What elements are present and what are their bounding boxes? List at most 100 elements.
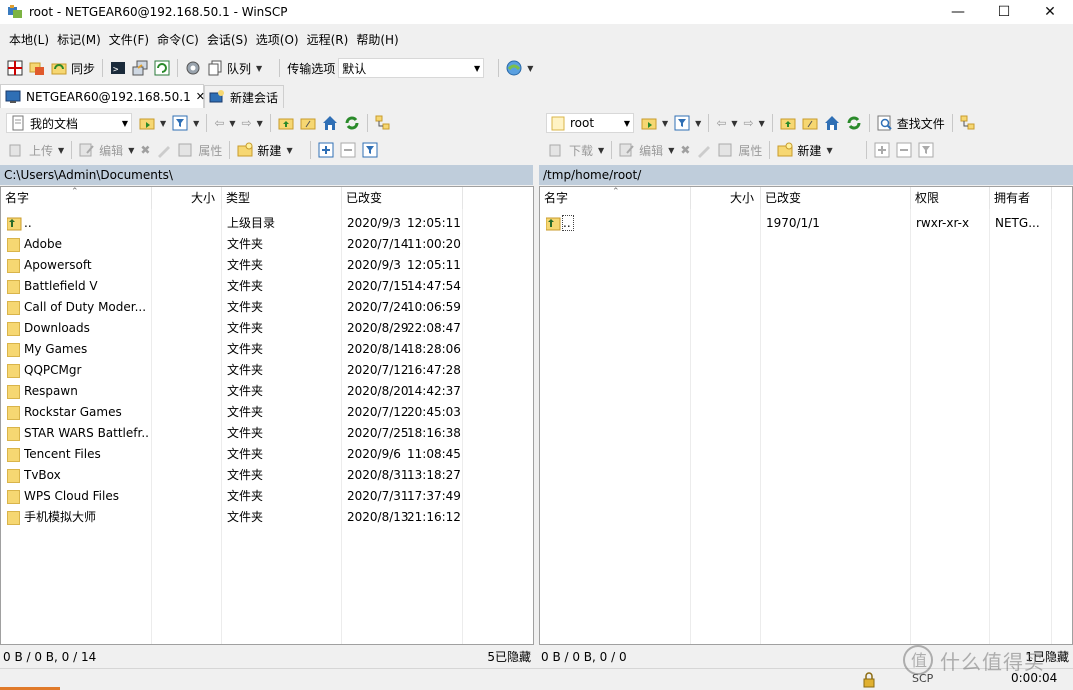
table-row[interactable]: Apowersoft 文件夹 2020/9/3 12:05:11 (1, 255, 463, 276)
table-row[interactable]: Rockstar Games 文件夹 2020/7/12 20:45:03 (1, 402, 463, 423)
remote-open-folder-button[interactable]: ▼ (638, 112, 671, 134)
remote-properties-button[interactable]: 属性 (715, 139, 765, 161)
remote-tree-button[interactable] (957, 112, 979, 134)
column-header-type[interactable]: 类型 (222, 187, 342, 209)
sync-browse-button[interactable] (26, 57, 48, 79)
local-back-button[interactable]: ⇦ ▼ (211, 112, 238, 134)
remote-delete-button[interactable]: ✖ (677, 139, 693, 161)
upload-icon (9, 142, 25, 158)
table-row[interactable]: Downloads 文件夹 2020/8/29 22:08:47 (1, 318, 463, 339)
transfer-settings-select[interactable]: 默认 ▼ (338, 58, 485, 78)
menu-mark[interactable]: 标记(M) (53, 30, 105, 50)
menu-session[interactable]: 会话(S) (203, 30, 252, 50)
local-filter-button[interactable]: ▼ (169, 112, 202, 134)
file-date: 2020/8/31 (347, 468, 409, 482)
tree-icon (375, 115, 391, 131)
remote-home-button[interactable] (821, 112, 843, 134)
local-filter-select-button[interactable] (359, 139, 381, 161)
menu-help[interactable]: 帮助(H) (352, 30, 402, 50)
local-unselect-button[interactable] (337, 139, 359, 161)
remote-path: /tmp/home/root/ (543, 168, 642, 182)
menu-remote[interactable]: 远程(R) (303, 30, 353, 50)
remote-file-list[interactable]: 名字 ⌃ 大小 已改变 权限 拥有者 .. 1970/1/1 rwxr-xr-x NET… (539, 186, 1073, 645)
queue-button[interactable]: 队列 ▼ (204, 57, 265, 79)
menu-file[interactable]: 文件(F) (105, 30, 153, 50)
menu-local[interactable]: 本地(L) (5, 30, 53, 50)
table-row[interactable]: .. 1970/1/1 rwxr-xr-x NETG... (540, 213, 1052, 234)
table-row[interactable]: Battlefield V 文件夹 2020/7/15 14:47:54 (1, 276, 463, 297)
remote-unselect-button[interactable] (893, 139, 915, 161)
local-location-select[interactable]: 我的文档 ▼ (6, 113, 132, 133)
local-parent-dir-button[interactable] (275, 112, 297, 134)
refresh-remote-button[interactable] (151, 57, 173, 79)
local-file-list[interactable]: 名字 ⌃ 大小 类型 已改变 .. 上级目录 2020/9/3 12:05:11 Adob… (0, 186, 534, 645)
minimize-button[interactable]: — (935, 0, 981, 24)
preferences-button[interactable] (182, 57, 204, 79)
delete-icon: ✖ (680, 143, 691, 157)
remote-forward-button[interactable]: ⇨ ▼ (741, 112, 768, 134)
table-row[interactable]: Adobe 文件夹 2020/7/14 11:00:20 (1, 234, 463, 255)
local-new-button[interactable]: 新建 ▼ (234, 139, 295, 161)
column-header-size[interactable]: 大小 (152, 187, 222, 209)
column-header-name[interactable]: 名字 ⌃ (1, 187, 152, 209)
column-header-size[interactable]: 大小 (691, 187, 761, 209)
synchronize-button[interactable]: 同步 (48, 57, 98, 79)
open-terminal-button[interactable]: > (107, 57, 129, 79)
remote-parent-dir-button[interactable] (777, 112, 799, 134)
local-forward-button[interactable]: ⇨ ▼ (239, 112, 266, 134)
local-refresh-button[interactable] (341, 112, 363, 134)
file-type: 文件夹 (227, 489, 264, 503)
table-row[interactable]: Call of Duty Moder... 文件夹 2020/7/24 10:06:5… (1, 297, 463, 318)
column-header-name[interactable]: 名字 ⌃ (540, 187, 691, 209)
remote-refresh-button[interactable] (843, 112, 865, 134)
table-row[interactable]: Tencent Files 文件夹 2020/9/6 11:08:45 (1, 444, 463, 465)
find-files-button[interactable]: 查找文件 (874, 112, 948, 134)
remote-filter-button[interactable]: ▼ (671, 112, 704, 134)
remote-rename-button[interactable] (693, 139, 715, 161)
column-header-changed[interactable]: 已改变 (342, 187, 463, 209)
local-select-button[interactable] (315, 139, 337, 161)
local-tree-button[interactable] (372, 112, 394, 134)
local-edit-button[interactable]: 编辑 ▼ (76, 139, 137, 161)
putty-button[interactable] (129, 57, 151, 79)
column-header-rights[interactable]: 权限 (911, 187, 990, 209)
local-properties-button[interactable]: 属性 (175, 139, 225, 161)
tab-session-netgear[interactable]: NETGEAR60@192.168.50.1 ✕ (0, 84, 205, 108)
close-button[interactable]: ✕ (1027, 0, 1073, 24)
filter-icon (918, 142, 934, 158)
remote-select-button[interactable] (871, 139, 893, 161)
remote-filter-select-button[interactable] (915, 139, 937, 161)
table-row[interactable]: Respawn 文件夹 2020/8/20 14:42:37 (1, 381, 463, 402)
remote-location-select[interactable]: root ▼ (546, 113, 634, 133)
table-row[interactable]: STAR WARS Battlefr... 文件夹 2020/7/25 18:16:3… (1, 423, 463, 444)
column-header-owner[interactable]: 拥有者 (990, 187, 1052, 209)
remote-new-button[interactable]: 新建 ▼ (774, 139, 835, 161)
table-row[interactable]: WPS Cloud Files 文件夹 2020/7/31 17:37:49 (1, 486, 463, 507)
table-row[interactable]: My Games 文件夹 2020/8/14 18:28:06 (1, 339, 463, 360)
table-row[interactable]: 手机模拟大师 文件夹 2020/8/13 21:16:12 (1, 507, 463, 528)
local-rename-button[interactable] (153, 139, 175, 161)
monitor-icon (5, 89, 21, 105)
table-row[interactable]: QQPCMgr 文件夹 2020/7/12 16:47:28 (1, 360, 463, 381)
maximize-button[interactable]: ☐ (981, 0, 1027, 24)
compare-dirs-button[interactable] (4, 57, 26, 79)
column-header-changed[interactable]: 已改变 (761, 187, 911, 209)
local-home-button[interactable] (319, 112, 341, 134)
table-row[interactable]: .. 上级目录 2020/9/3 12:05:11 (1, 213, 463, 234)
local-delete-button[interactable]: ✖ (137, 139, 153, 161)
remote-root-dir-button[interactable] (799, 112, 821, 134)
folder-icon (7, 447, 21, 462)
tab-new-session[interactable]: 新建会话 (204, 85, 284, 108)
remote-back-button[interactable]: ⇦ ▼ (713, 112, 740, 134)
table-row[interactable]: TvBox 文件夹 2020/8/31 13:18:27 (1, 465, 463, 486)
remote-edit-button[interactable]: 编辑 ▼ (616, 139, 677, 161)
file-name: Rockstar Games (24, 405, 122, 419)
download-button[interactable]: 下载 ▼ (546, 139, 607, 161)
menu-options[interactable]: 选项(O) (252, 30, 303, 50)
upload-button[interactable]: 上传 ▼ (6, 139, 67, 161)
local-open-folder-button[interactable]: ▼ (136, 112, 169, 134)
menu-commands[interactable]: 命令(C) (153, 30, 203, 50)
local-root-dir-button[interactable] (297, 112, 319, 134)
svg-text:>: > (113, 65, 119, 75)
transfer-settings-button[interactable]: ▼ (503, 57, 536, 79)
